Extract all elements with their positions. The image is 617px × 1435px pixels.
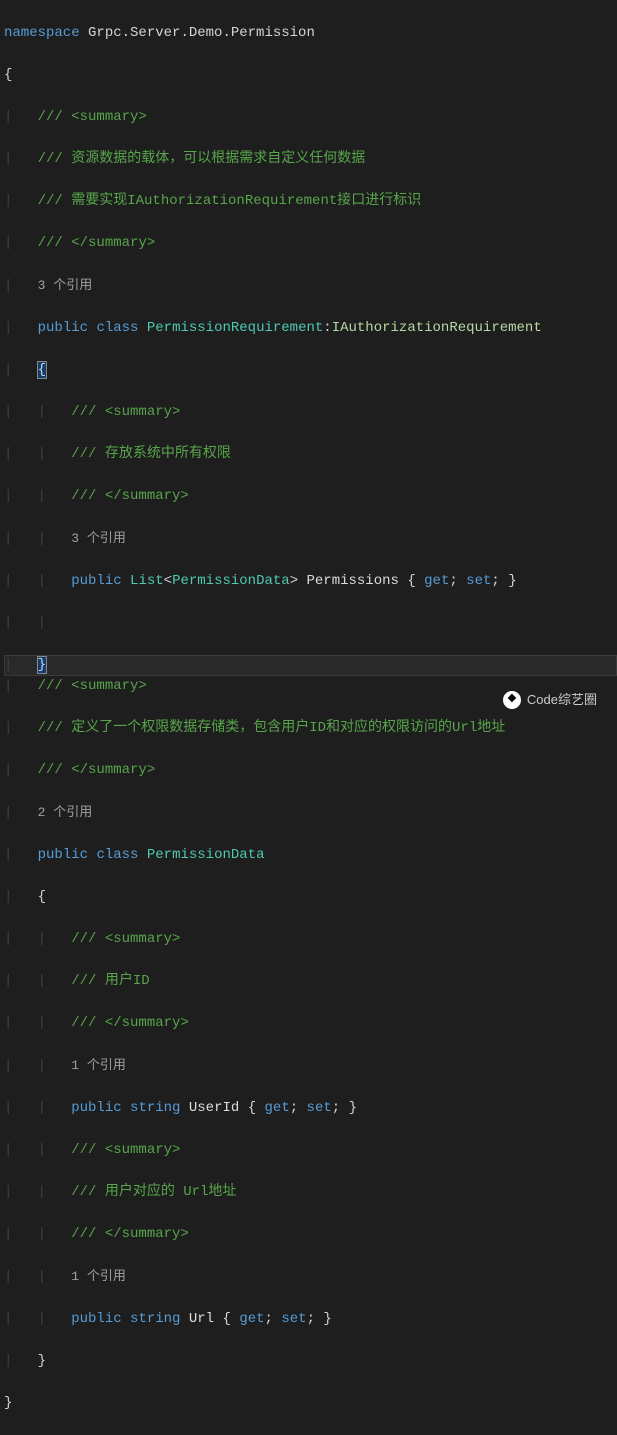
brace-close: } — [38, 657, 46, 673]
code-line: { — [4, 65, 617, 86]
code-line: | | /// 用户ID — [4, 971, 617, 992]
code-line: | | — [4, 613, 617, 634]
code-line: | /// </summary> — [4, 233, 617, 254]
code-line: | /// 资源数据的载体，可以根据需求自定义任何数据 — [4, 149, 617, 170]
code-line: | { — [4, 360, 617, 381]
code-line: | /// </summary> — [4, 760, 617, 781]
references-count[interactable]: 3 个引用 — [38, 278, 93, 293]
property-name: Permissions — [307, 573, 399, 589]
code-line: | /// <summary> — [4, 107, 617, 128]
class-name: PermissionData — [147, 847, 265, 863]
references-count[interactable]: 3 个引用 — [71, 531, 126, 546]
class-name: PermissionRequirement — [147, 320, 323, 336]
property-name: Url — [189, 1311, 214, 1327]
watermark: ❖ Code综艺圈 — [503, 689, 597, 710]
watermark-text: Code综艺圈 — [527, 689, 597, 710]
code-line: | | 1 个引用 — [4, 1055, 617, 1077]
code-line: | } — [4, 1351, 617, 1372]
code-line: | | public string UserId { get; set; } — [4, 1098, 617, 1119]
brace-open: { — [38, 362, 46, 378]
code-line: | { — [4, 887, 617, 908]
property-name: UserId — [189, 1100, 239, 1116]
code-line: | | /// </summary> — [4, 1013, 617, 1034]
code-line: | /// 需要实现IAuthorizationRequirement接口进行标… — [4, 191, 617, 212]
code-line: | | public string Url { get; set; } — [4, 1309, 617, 1330]
code-line: | /// 定义了一个权限数据存储类，包含用户ID和对应的权限访问的Url地址 — [4, 718, 617, 739]
interface-name: IAuthorizationRequirement — [332, 320, 542, 336]
code-line: | | /// 用户对应的 Url地址 — [4, 1182, 617, 1203]
code-editor[interactable]: namespace Grpc.Server.Demo.Permission { … — [0, 0, 617, 1435]
code-line: | | /// </summary> — [4, 486, 617, 507]
code-line: | | public List<PermissionData> Permissi… — [4, 571, 617, 592]
code-line: | public class PermissionRequirement:IAu… — [4, 318, 617, 339]
code-line: | | 3 个引用 — [4, 528, 617, 550]
code-line: | public class PermissionData — [4, 845, 617, 866]
wechat-icon: ❖ — [503, 691, 521, 709]
code-line: | | /// 存放系统中所有权限 — [4, 444, 617, 465]
references-count[interactable]: 1 个引用 — [71, 1058, 126, 1073]
code-line: namespace Grpc.Server.Demo.Permission — [4, 23, 617, 44]
code-line: | | /// <summary> — [4, 929, 617, 950]
code-line: | | /// <summary> — [4, 1140, 617, 1161]
code-line: | | 1 个引用 — [4, 1266, 617, 1288]
code-line: | | /// <summary> — [4, 402, 617, 423]
references-count[interactable]: 1 个引用 — [71, 1269, 126, 1284]
references-count[interactable]: 2 个引用 — [38, 805, 93, 820]
code-line: | 3 个引用 — [4, 275, 617, 297]
current-line: | } — [4, 655, 617, 676]
code-line: } — [4, 1393, 617, 1414]
code-line: | | /// </summary> — [4, 1224, 617, 1245]
keyword-namespace: namespace — [4, 25, 80, 41]
code-line: | 2 个引用 — [4, 802, 617, 824]
